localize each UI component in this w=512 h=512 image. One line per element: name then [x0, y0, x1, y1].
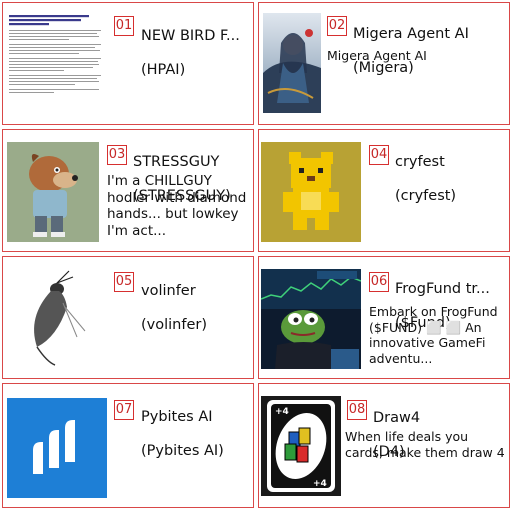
cartoon-dog-icon [7, 142, 99, 242]
token-title[interactable]: Migera Agent AI (Migera) [353, 9, 508, 77]
token-name: Draw4 [373, 410, 421, 426]
token-ticker: (Pybites AI) [141, 443, 224, 459]
token-thumbnail [261, 269, 361, 369]
token-name: Migera Agent AI [353, 26, 469, 42]
rank-badge: 08 [347, 400, 367, 420]
token-card-pybites[interactable]: 07 Pybites AI (Pybites AI) [2, 383, 254, 508]
token-card-stressguy[interactable]: 03 STRESSGUY (STRESSGUY) I'm a CHILLGUY … [2, 129, 254, 252]
token-title[interactable]: cryfest (cryfest) [395, 137, 507, 205]
token-thumbnail [7, 398, 107, 498]
token-ticker: (HPAI) [141, 62, 186, 78]
rank-badge: 07 [114, 400, 134, 420]
rank-badge: 04 [369, 145, 389, 165]
token-grid: 01 NEW BIRD F... (HPAI) 02 Migera Agent … [0, 0, 512, 512]
article-screenshot-icon [9, 15, 101, 93]
token-name: Pybites AI [141, 409, 213, 425]
rank-badge: 01 [114, 16, 134, 36]
card-label-bottom: +4 [313, 479, 327, 489]
rank-badge: 06 [369, 272, 389, 292]
token-card-cryfest[interactable]: 04 cryfest (cryfest) [258, 129, 510, 252]
card-label: +4 [275, 407, 289, 417]
token-title[interactable]: Pybites AI (Pybites AI) [141, 392, 253, 460]
token-name: volinfer [141, 283, 196, 299]
token-thumbnail [7, 142, 99, 242]
token-name: FrogFund tr... [395, 281, 490, 297]
pepe-trader-icon [261, 269, 361, 369]
token-ticker: (volinfer) [141, 317, 208, 333]
ink-bird-icon [7, 267, 107, 369]
token-ticker: (cryfest) [395, 188, 457, 204]
token-description: I'm a CHILLGUY hodler with diamond hands… [107, 173, 247, 239]
token-card-frogfund[interactable]: 06 FrogFund tr... ($Fund) Embark on Frog… [258, 256, 510, 379]
anime-girl-icon [263, 13, 321, 113]
token-card-draw4[interactable]: +4 +4 08 Draw4 (D4) When life deals you … [258, 383, 510, 508]
token-thumbnail [263, 13, 321, 113]
token-thumbnail [7, 267, 107, 369]
pybites-logo-icon [7, 398, 107, 498]
token-name: STRESSGUY [133, 154, 220, 170]
rank-badge: 03 [107, 145, 127, 165]
token-thumbnail: +4 +4 [261, 396, 341, 496]
token-card-hpai[interactable]: 01 NEW BIRD F... (HPAI) [2, 2, 254, 125]
rank-badge: 05 [114, 272, 134, 292]
token-title[interactable]: NEW BIRD F... (HPAI) [141, 11, 253, 79]
token-description: Embark on FrogFund ($FUND) ⬜ ⬜ An innova… [369, 304, 498, 366]
token-description: When life deals you cards, make them dra… [345, 429, 505, 460]
token-card-volinfer[interactable]: 05 volinfer (volinfer) [2, 256, 254, 379]
token-thumbnail [7, 11, 107, 111]
token-name: cryfest [395, 154, 445, 170]
token-card-migera[interactable]: 02 Migera Agent AI (Migera) Migera Agent… [258, 2, 510, 125]
pixel-bear-icon [261, 142, 361, 242]
uno-card-icon: +4 +4 [261, 396, 341, 496]
token-description: Migera Agent AI [327, 48, 427, 63]
token-thumbnail [261, 142, 361, 242]
token-name: NEW BIRD F... [141, 28, 240, 44]
token-title[interactable]: volinfer (volinfer) [141, 266, 253, 334]
rank-badge: 02 [327, 16, 347, 36]
